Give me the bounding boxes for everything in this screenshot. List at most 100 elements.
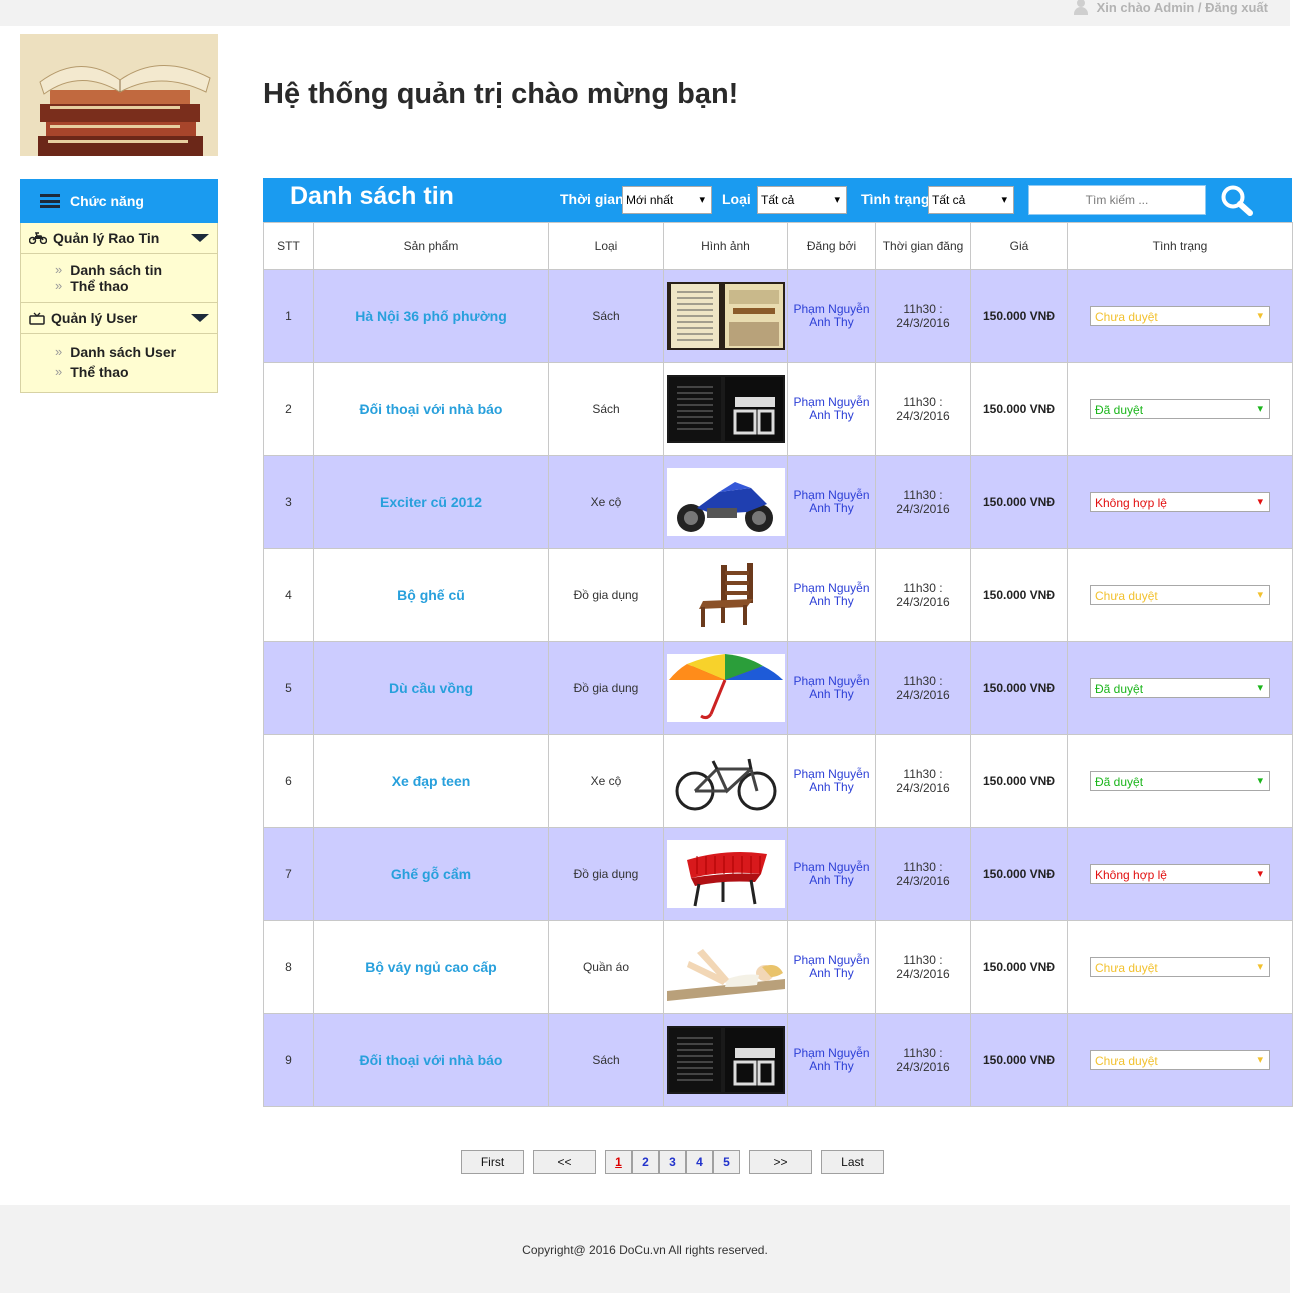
product-name-link[interactable]: Đối thoại với nhà báo <box>313 1013 549 1107</box>
logo-books-image <box>20 34 218 156</box>
sidebar-link-label[interactable]: Thể thao <box>70 364 128 380</box>
status-select[interactable]: Chưa duyệt <box>1090 585 1270 605</box>
page-number-button[interactable]: 4 <box>686 1150 713 1174</box>
price: 150.000 VNĐ <box>970 641 1068 735</box>
column-header[interactable]: Tình trạng <box>1067 222 1293 270</box>
next-page-button[interactable]: >> <box>749 1150 812 1174</box>
sidebar-link-the-thao[interactable]: » Thể thao <box>55 278 217 294</box>
posted-by-link[interactable]: Phạm Nguyễn Anh Thy <box>787 362 876 456</box>
product-thumbnail[interactable] <box>666 1026 785 1094</box>
product-thumbnail[interactable] <box>666 840 785 908</box>
status-value: Không hợp lệ <box>1095 496 1167 510</box>
product-thumbnail[interactable] <box>666 933 785 1001</box>
caret-down-icon[interactable] <box>191 234 209 242</box>
row-number: 7 <box>263 827 314 921</box>
sidebar-link-label[interactable]: Danh sách tin <box>70 262 162 278</box>
page-number-button[interactable]: 5 <box>713 1150 740 1174</box>
product-thumbnail[interactable] <box>666 561 785 629</box>
table-row[interactable]: 8 Bộ váy ngủ cao cấp Quần áo Phạm Nguyễn An… <box>263 920 1293 1014</box>
sidebar-section-title-user[interactable]: Quản lý User <box>21 303 217 334</box>
row-number: 4 <box>263 548 314 642</box>
page-number-button[interactable]: 1 <box>605 1150 632 1174</box>
table-row[interactable]: 6 Xe đạp teen Xe cộ Phạm Nguyễn Anh Thy 11h3… <box>263 734 1293 828</box>
sidebar-header[interactable]: Chức năng <box>20 179 218 223</box>
posted-by-link[interactable]: Phạm Nguyễn Anh Thy <box>787 734 876 828</box>
table-row[interactable]: 7 Ghế gỗ cẩm Đồ gia dụng Phạm Nguyễn Anh Th… <box>263 827 1293 921</box>
product-thumbnail[interactable] <box>666 654 785 722</box>
product-name-link[interactable]: Bộ ghế cũ <box>313 548 549 642</box>
page-number-button[interactable]: 2 <box>632 1150 659 1174</box>
filter-status-value: Tất cả <box>932 193 966 207</box>
sidebar-header-label: Chức năng <box>70 193 144 209</box>
product-image-cell <box>663 455 788 549</box>
product-type: Quần áo <box>548 920 664 1014</box>
last-page-button[interactable]: Last <box>821 1150 884 1174</box>
product-name-link[interactable]: Dù cầu vồng <box>313 641 549 735</box>
product-name-link[interactable]: Bộ váy ngủ cao cấp <box>313 920 549 1014</box>
posted-by-link[interactable]: Phạm Nguyễn Anh Thy <box>787 548 876 642</box>
product-name-link[interactable]: Hà Nội 36 phố phường <box>313 269 549 363</box>
posted-by-link[interactable]: Phạm Nguyễn Anh Thy <box>787 1013 876 1107</box>
table-row[interactable]: 5 Dù cầu vồng Đồ gia dụng Phạm Nguyễn Anh T… <box>263 641 1293 735</box>
product-name-link[interactable]: Xe đạp teen <box>313 734 549 828</box>
product-thumbnail[interactable] <box>666 468 785 536</box>
search-icon[interactable] <box>1219 184 1255 216</box>
product-name-link[interactable]: Exciter cũ 2012 <box>313 455 549 549</box>
posted-by-link[interactable]: Phạm Nguyễn Anh Thy <box>787 269 876 363</box>
posted-by-link[interactable]: Phạm Nguyễn Anh Thy <box>787 827 876 921</box>
filter-type-select[interactable]: Tất cả <box>757 186 847 214</box>
motorbike-icon <box>29 232 47 244</box>
sidebar-section-label: Quản lý User <box>51 310 138 326</box>
status-select[interactable]: Đã duyệt <box>1090 771 1270 791</box>
product-name-link[interactable]: Đối thoại với nhà báo <box>313 362 549 456</box>
filter-time-select[interactable]: Mới nhất <box>622 186 712 214</box>
product-thumbnail[interactable] <box>666 375 785 443</box>
sidebar-link-label[interactable]: Danh sách User <box>70 344 176 360</box>
column-header[interactable]: Thời gian đăng <box>875 222 971 270</box>
page-number-button[interactable]: 3 <box>659 1150 686 1174</box>
product-type: Sách <box>548 269 664 363</box>
status-value: Chưa duyệt <box>1095 589 1158 603</box>
posted-time: 11h30 : 24/3/2016 <box>875 1013 971 1107</box>
status-select[interactable]: Không hợp lệ <box>1090 492 1270 512</box>
table-row[interactable]: 1 Hà Nội 36 phố phường Sách Phạm Nguyễn Anh… <box>263 269 1293 363</box>
status-select[interactable]: Đã duyệt <box>1090 678 1270 698</box>
status-select[interactable]: Chưa duyệt <box>1090 957 1270 977</box>
column-header[interactable]: STT <box>263 222 314 270</box>
status-select[interactable]: Đã duyệt <box>1090 399 1270 419</box>
column-header[interactable]: Đăng bởi <box>787 222 876 270</box>
column-header[interactable]: Sản phẩm <box>313 222 549 270</box>
status-select[interactable]: Chưa duyệt <box>1090 1050 1270 1070</box>
prev-page-button[interactable]: << <box>533 1150 596 1174</box>
posted-by-link[interactable]: Phạm Nguyễn Anh Thy <box>787 455 876 549</box>
user-greeting[interactable]: Xin chào Admin / Đăng xuất <box>1073 0 1268 15</box>
sidebar-link-the-thao[interactable]: » Thể thao <box>55 364 217 380</box>
column-header[interactable]: Giá <box>970 222 1068 270</box>
filter-status-select[interactable]: Tất cả <box>928 186 1014 214</box>
product-image-cell <box>663 827 788 921</box>
product-name-link[interactable]: Ghế gỗ cẩm <box>313 827 549 921</box>
caret-down-icon[interactable] <box>191 314 209 322</box>
table-row[interactable]: 2 Đối thoại với nhà báo Sách Phạm Nguyễn An… <box>263 362 1293 456</box>
status-cell: Chưa duyệt <box>1067 269 1293 363</box>
sidebar-link-label[interactable]: Thể thao <box>70 278 128 294</box>
posted-by-link[interactable]: Phạm Nguyễn Anh Thy <box>787 920 876 1014</box>
table-row[interactable]: 4 Bộ ghế cũ Đồ gia dụng Phạm Nguyễn Anh Thy… <box>263 548 1293 642</box>
sidebar-link-danh-sach-user[interactable]: » Danh sách User <box>55 344 217 360</box>
product-thumbnail[interactable] <box>666 282 785 350</box>
table-row[interactable]: 3 Exciter cũ 2012 Xe cộ Phạm Nguyễn Anh Thy… <box>263 455 1293 549</box>
first-page-button[interactable]: First <box>461 1150 524 1174</box>
column-header[interactable]: Hình ảnh <box>663 222 788 270</box>
sidebar-section-title-rao-tin[interactable]: Quản lý Rao Tin <box>21 223 217 254</box>
status-select[interactable]: Không hợp lệ <box>1090 864 1270 884</box>
sidebar-link-danh-sach-tin[interactable]: » Danh sách tin <box>55 262 217 278</box>
column-header[interactable]: Loại <box>548 222 664 270</box>
product-thumbnail[interactable] <box>666 747 785 815</box>
table-row[interactable]: 9 Đối thoại với nhà báo Sách Phạm Nguyễn An… <box>263 1013 1293 1107</box>
greeting-text[interactable]: Xin chào Admin / Đăng xuất <box>1097 0 1268 15</box>
posted-time: 11h30 : 24/3/2016 <box>875 827 971 921</box>
posted-by-link[interactable]: Phạm Nguyễn Anh Thy <box>787 641 876 735</box>
search-input[interactable]: Tìm kiếm ... <box>1028 185 1206 215</box>
table-header-row: STT Sản phẩm Loại Hình ảnh Đăng bởi Thời… <box>263 222 1293 270</box>
status-select[interactable]: Chưa duyệt <box>1090 306 1270 326</box>
